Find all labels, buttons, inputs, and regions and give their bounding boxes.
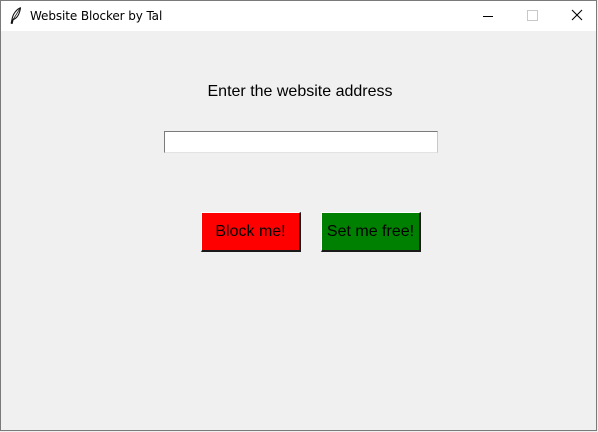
set-free-button[interactable]: Set me free!: [321, 212, 421, 252]
minimize-icon: [483, 16, 493, 17]
feather-icon: [9, 7, 23, 24]
app-window: Website Blocker by Tal Enter the website…: [0, 0, 597, 431]
minimize-button[interactable]: [465, 1, 511, 31]
close-icon: [571, 9, 583, 21]
website-address-input[interactable]: [164, 131, 438, 153]
website-address-label: Enter the website address: [207, 83, 393, 100]
block-button[interactable]: Block me!: [201, 212, 301, 252]
maximize-button[interactable]: [510, 1, 556, 31]
maximize-icon: [527, 10, 538, 21]
close-button[interactable]: [554, 1, 598, 31]
window-title: Website Blocker by Tal: [30, 9, 163, 23]
title-bar[interactable]: Website Blocker by Tal: [1, 1, 596, 31]
